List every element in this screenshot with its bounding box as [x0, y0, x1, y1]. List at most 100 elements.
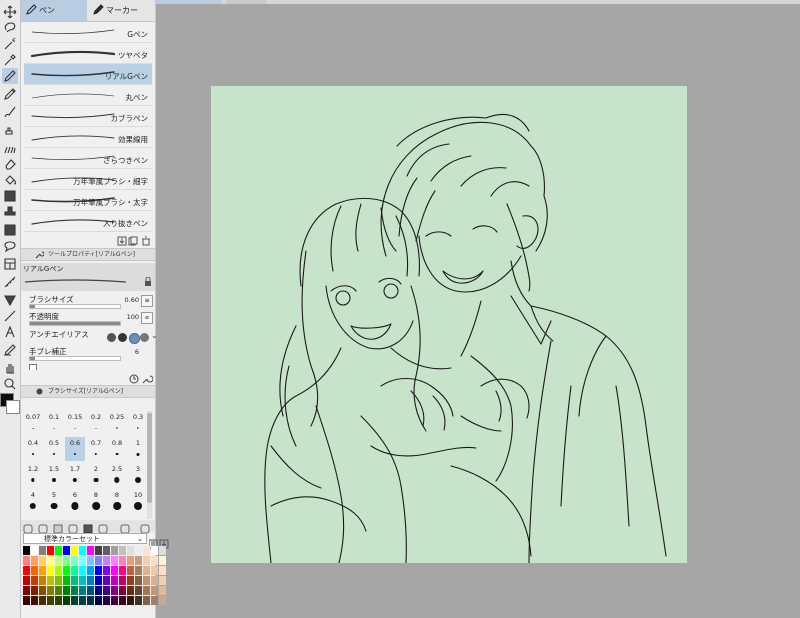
lasso-icon[interactable] — [2, 20, 18, 36]
color-swatch[interactable] — [79, 556, 86, 565]
tab-pen[interactable]: ペン — [21, 0, 87, 21]
brush-size-value[interactable]: 0.60 — [125, 296, 139, 304]
color-swatch[interactable] — [87, 556, 94, 565]
brush-size-preset[interactable]: 10 — [128, 489, 148, 513]
color-swatch[interactable] — [47, 596, 54, 605]
color-swatch[interactable] — [63, 556, 70, 565]
color-swatch[interactable] — [63, 546, 70, 555]
brush-size-preset[interactable]: 0.25 — [107, 411, 127, 435]
balloon-icon[interactable] — [2, 238, 18, 254]
color-swatch[interactable] — [95, 556, 102, 565]
text-icon[interactable] — [2, 324, 18, 340]
color-swatch[interactable] — [87, 586, 94, 595]
color-swatch[interactable] — [23, 596, 30, 605]
color-swatch[interactable] — [111, 576, 118, 585]
reset-icon[interactable] — [129, 374, 139, 384]
brush-size-preset[interactable]: 1 — [128, 437, 148, 461]
color-wheel-icon[interactable] — [23, 524, 33, 534]
color-set-icon[interactable] — [53, 524, 63, 534]
color-swatch[interactable] — [39, 586, 46, 595]
brush-item[interactable]: リアルGペン — [24, 64, 152, 85]
color-swatch[interactable] — [31, 586, 38, 595]
color-swatch[interactable] — [39, 596, 46, 605]
brush-icon[interactable] — [2, 104, 18, 120]
color-swatch[interactable] — [63, 566, 70, 575]
color-swatch[interactable] — [87, 566, 94, 575]
color-swatch[interactable] — [55, 546, 62, 555]
color-swatch[interactable] — [31, 576, 38, 585]
color-swatch[interactable] — [103, 576, 110, 585]
brush-size-preset[interactable]: 4 — [23, 489, 43, 513]
brush-item[interactable]: 万年筆風ブラシ・太字 — [24, 190, 152, 211]
brush-size-preset[interactable]: 0.1 — [44, 411, 64, 435]
color-swatch[interactable] — [87, 576, 94, 585]
antialias-medium-option[interactable] — [129, 333, 140, 344]
color-swatch[interactable] — [95, 566, 102, 575]
color-swatch[interactable] — [95, 546, 102, 555]
drawing-canvas[interactable] — [211, 86, 687, 564]
antialias-weak-option[interactable] — [118, 333, 127, 342]
select-icon[interactable] — [2, 222, 18, 238]
color-swatch[interactable] — [119, 586, 126, 595]
color-swatch[interactable] — [63, 586, 70, 595]
move-icon[interactable] — [2, 4, 18, 20]
stabilization-slider[interactable] — [29, 356, 121, 361]
color-swatch[interactable] — [31, 556, 38, 565]
opacity-slider[interactable] — [29, 321, 121, 326]
color-swatch[interactable] — [71, 586, 78, 595]
color-swatch[interactable] — [127, 586, 134, 595]
color-swatch[interactable] — [103, 556, 110, 565]
color-swatch[interactable] — [135, 556, 142, 565]
wrench-icon[interactable] — [142, 375, 154, 384]
color-swatch[interactable] — [71, 556, 78, 565]
color-swatch[interactable] — [55, 556, 62, 565]
lock-icon[interactable] — [144, 277, 152, 286]
color-swatch[interactable] — [79, 596, 86, 605]
color-swatch[interactable] — [103, 596, 110, 605]
color-swatch[interactable] — [159, 546, 166, 555]
color-swatch[interactable] — [63, 576, 70, 585]
color-swatch[interactable] — [47, 576, 54, 585]
color-swatch[interactable] — [127, 576, 134, 585]
color-swatch[interactable] — [95, 596, 102, 605]
stabilization-value[interactable]: 6 — [135, 348, 139, 356]
color-swatch[interactable] — [103, 546, 110, 555]
color-history-icon[interactable] — [98, 524, 108, 534]
color-swatch[interactable] — [111, 586, 118, 595]
brush-size-slider[interactable] — [29, 304, 121, 309]
color-swatch[interactable] — [143, 556, 150, 565]
color-swatch[interactable] — [87, 546, 94, 555]
color-swatch[interactable] — [71, 566, 78, 575]
color-swatch[interactable] — [103, 566, 110, 575]
color-swatch[interactable] — [143, 566, 150, 575]
color-swatch[interactable] — [23, 566, 30, 575]
brush-size-preset[interactable]: 2 — [86, 463, 106, 487]
opacity-value[interactable]: 100 — [127, 313, 139, 321]
brush-item[interactable]: 万年筆風ブラシ・細字 — [24, 169, 152, 190]
color-swatch[interactable] — [31, 546, 38, 555]
intermediate-color-icon[interactable] — [68, 524, 78, 534]
brush-size-preset[interactable]: 0.07 — [23, 411, 43, 435]
brush-size-preset[interactable]: 0.7 — [86, 437, 106, 461]
color-swatch[interactable] — [119, 576, 126, 585]
color-swatch[interactable] — [79, 586, 86, 595]
color-slider-icon[interactable] — [38, 524, 48, 534]
approx-color-icon[interactable] — [83, 524, 93, 534]
color-swatch[interactable] — [23, 586, 30, 595]
brush-size-scrollbar[interactable] — [147, 411, 152, 519]
brush-item[interactable]: 効果線用 — [24, 127, 152, 148]
color-swatch[interactable] — [159, 576, 166, 585]
stamp-icon[interactable] — [2, 204, 18, 220]
color-swatch[interactable] — [23, 546, 30, 555]
brush-size-preset[interactable]: 6 — [65, 489, 85, 513]
color-swatch[interactable] — [159, 596, 166, 605]
color-swatch[interactable] — [127, 546, 134, 555]
color-swatch[interactable] — [151, 576, 158, 585]
brush-item[interactable]: 丸ペン — [24, 85, 152, 106]
ruler-icon[interactable] — [2, 274, 18, 290]
brush-size-preset[interactable]: 0.4 — [23, 437, 43, 461]
pen-icon[interactable] — [2, 68, 18, 84]
frame-icon[interactable] — [2, 256, 18, 272]
gradient-icon[interactable] — [2, 188, 18, 204]
color-swatch[interactable] — [23, 576, 30, 585]
